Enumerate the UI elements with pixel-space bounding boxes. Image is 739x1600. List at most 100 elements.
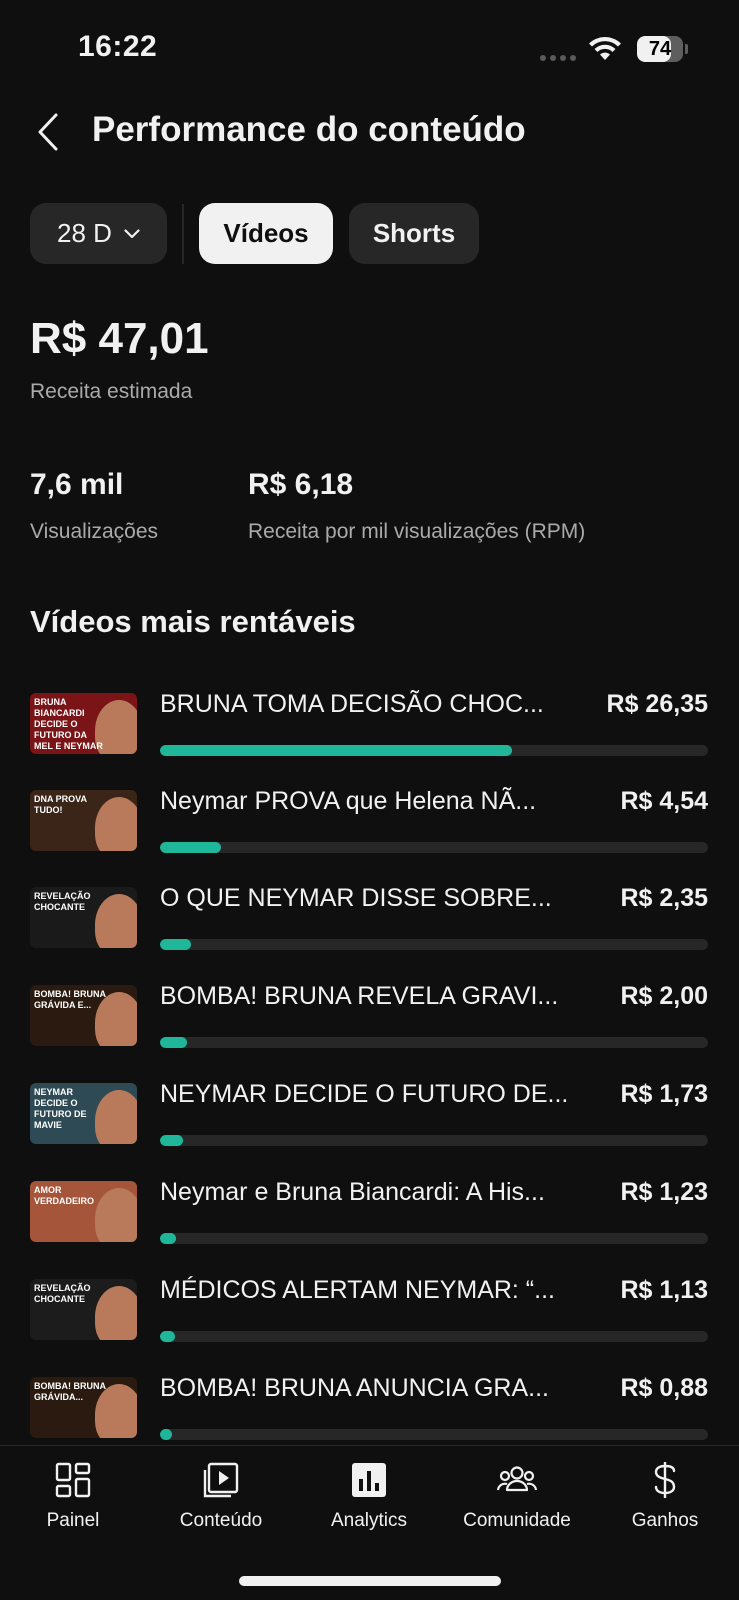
chevron-left-icon bbox=[38, 113, 58, 151]
back-button[interactable] bbox=[28, 108, 68, 156]
list-item[interactable]: DNA PROVA TUDO! Neymar PROVA que Helena … bbox=[0, 787, 739, 867]
revenue-bar-fill bbox=[160, 1037, 187, 1048]
community-icon bbox=[496, 1466, 538, 1492]
thumbnail-text: REVELAÇÃO CHOCANTE bbox=[34, 891, 91, 912]
nav-label: Conteúdo bbox=[179, 1510, 263, 1531]
video-revenue: R$ 0,88 bbox=[620, 1374, 708, 1402]
thumbnail-text: BOMBA! BRUNA GRÁVIDA... bbox=[34, 1381, 106, 1402]
revenue-bar bbox=[160, 1331, 708, 1342]
cellular-signal-icon bbox=[540, 55, 576, 61]
list-item[interactable]: BOMBA! BRUNA GRÁVIDA E... BOMBA! BRUNA R… bbox=[0, 982, 739, 1062]
revenue-bar bbox=[160, 1037, 708, 1048]
nav-label: Painel bbox=[46, 1510, 100, 1531]
status-time: 16:22 bbox=[78, 30, 158, 63]
battery-tip bbox=[685, 44, 688, 54]
video-title: NEYMAR DECIDE O FUTURO DE... bbox=[160, 1080, 569, 1108]
revenue-bar-fill bbox=[160, 1331, 176, 1342]
chevron-down-icon bbox=[124, 228, 140, 238]
video-thumbnail: AMOR VERDADEIRO bbox=[30, 1181, 137, 1242]
rpm-value: R$ 6,18 bbox=[248, 468, 354, 501]
thumbnail-text: REVELAÇÃO CHOCANTE bbox=[34, 1283, 91, 1304]
views-metric: 7,6 mil Visualizações bbox=[30, 468, 158, 544]
tab-videos[interactable]: Vídeos bbox=[199, 203, 333, 264]
battery-level: 74 bbox=[648, 38, 672, 60]
revenue-bar-fill bbox=[160, 939, 192, 950]
tab-shorts[interactable]: Shorts bbox=[349, 203, 479, 264]
video-thumbnail: BOMBA! BRUNA GRÁVIDA E... bbox=[30, 985, 137, 1046]
earnings-icon bbox=[654, 1462, 676, 1498]
list-item[interactable]: BOMBA! BRUNA GRÁVIDA... BOMBA! BRUNA ANU… bbox=[0, 1374, 739, 1445]
video-title: BOMBA! BRUNA REVELA GRAVI... bbox=[160, 982, 559, 1010]
video-thumbnail: BRUNA BIANCARDI DECIDE O FUTURO DA MEL E… bbox=[30, 693, 137, 754]
revenue-bar-fill bbox=[160, 1135, 184, 1146]
nav-label: Analytics bbox=[330, 1510, 408, 1531]
estimated-revenue-value: R$ 47,01 bbox=[30, 314, 209, 363]
wifi-icon bbox=[589, 37, 621, 60]
list-item[interactable]: REVELAÇÃO CHOCANTE O QUE NEYMAR DISSE SO… bbox=[0, 884, 739, 964]
video-revenue: R$ 4,54 bbox=[620, 787, 708, 815]
thumbnail-text: NEYMAR DECIDE O FUTURO DE MAVIE bbox=[34, 1087, 87, 1130]
period-label: 28 D bbox=[57, 218, 112, 248]
revenue-bar-fill bbox=[160, 1429, 172, 1440]
thumbnail-text: DNA PROVA TUDO! bbox=[34, 794, 87, 815]
battery-icon: 74 bbox=[637, 36, 683, 62]
thumbnail-text: BRUNA BIANCARDI DECIDE O FUTURO DA MEL E… bbox=[34, 697, 103, 751]
nav-label: Ganhos bbox=[631, 1510, 699, 1531]
nav-label: Comunidade bbox=[463, 1510, 571, 1531]
views-value: 7,6 mil bbox=[30, 468, 124, 501]
nav-item-conteudo[interactable]: Conteúdo bbox=[151, 1458, 291, 1538]
section-title: Vídeos mais rentáveis bbox=[30, 604, 356, 639]
video-revenue: R$ 26,35 bbox=[606, 690, 708, 718]
video-title: BOMBA! BRUNA ANUNCIA GRA... bbox=[160, 1374, 549, 1402]
period-dropdown[interactable]: 28 D bbox=[30, 203, 167, 264]
video-revenue: R$ 2,35 bbox=[620, 884, 708, 912]
nav-item-comunidade[interactable]: Comunidade bbox=[447, 1458, 587, 1538]
video-revenue: R$ 2,00 bbox=[620, 982, 708, 1010]
list-item[interactable]: BRUNA BIANCARDI DECIDE O FUTURO DA MEL E… bbox=[0, 690, 739, 770]
content-icon bbox=[203, 1462, 239, 1498]
filter-divider bbox=[182, 203, 184, 264]
nav-item-analytics[interactable]: Analytics bbox=[299, 1458, 439, 1538]
video-title: Neymar e Bruna Biancardi: A His... bbox=[160, 1178, 545, 1206]
nav-item-painel[interactable]: Painel bbox=[3, 1458, 143, 1538]
list-item[interactable]: REVELAÇÃO CHOCANTE MÉDICOS ALERTAM NEYMA… bbox=[0, 1276, 739, 1356]
status-bar: 16:22 74 bbox=[0, 0, 739, 90]
video-thumbnail: BOMBA! BRUNA GRÁVIDA... bbox=[30, 1377, 137, 1438]
rpm-metric: R$ 6,18 Receita por mil visualizações (R… bbox=[248, 468, 585, 544]
video-title: Neymar PROVA que Helena NÃ... bbox=[160, 787, 537, 815]
thumbnail-text: BOMBA! BRUNA GRÁVIDA E... bbox=[34, 989, 106, 1010]
video-revenue: R$ 1,73 bbox=[620, 1080, 708, 1108]
home-indicator bbox=[239, 1576, 501, 1586]
video-revenue: R$ 1,23 bbox=[620, 1178, 708, 1206]
rpm-label: Receita por mil visualizações (RPM) bbox=[248, 520, 586, 543]
video-thumbnail: NEYMAR DECIDE O FUTURO DE MAVIE bbox=[30, 1083, 137, 1144]
list-item[interactable]: NEYMAR DECIDE O FUTURO DE MAVIE NEYMAR D… bbox=[0, 1080, 739, 1160]
page-header: Performance do conteúdo bbox=[0, 100, 739, 164]
top-videos-list: BRUNA BIANCARDI DECIDE O FUTURO DA MEL E… bbox=[0, 690, 739, 1445]
revenue-bar bbox=[160, 745, 708, 756]
video-title: MÉDICOS ALERTAM NEYMAR: “... bbox=[160, 1276, 555, 1304]
analytics-icon bbox=[352, 1463, 386, 1497]
page-title: Performance do conteúdo bbox=[92, 110, 526, 149]
revenue-bar-fill bbox=[160, 745, 513, 756]
dashboard-icon bbox=[55, 1462, 91, 1498]
revenue-bar bbox=[160, 1233, 708, 1244]
thumbnail-text: AMOR VERDADEIRO bbox=[34, 1185, 95, 1206]
list-item[interactable]: AMOR VERDADEIRO Neymar e Bruna Biancardi… bbox=[0, 1178, 739, 1258]
video-thumbnail: REVELAÇÃO CHOCANTE bbox=[30, 887, 137, 948]
revenue-bar-fill bbox=[160, 1233, 177, 1244]
views-label: Visualizações bbox=[30, 520, 159, 543]
video-revenue: R$ 1,13 bbox=[620, 1276, 708, 1304]
video-title: O QUE NEYMAR DISSE SOBRE... bbox=[160, 884, 552, 912]
video-title: BRUNA TOMA DECISÃO CHOC... bbox=[160, 690, 544, 718]
estimated-revenue-label: Receita estimada bbox=[30, 380, 193, 403]
revenue-bar bbox=[160, 842, 708, 853]
nav-item-ganhos[interactable]: Ganhos bbox=[595, 1458, 735, 1538]
video-thumbnail: REVELAÇÃO CHOCANTE bbox=[30, 1279, 137, 1340]
video-thumbnail: DNA PROVA TUDO! bbox=[30, 790, 137, 851]
revenue-bar bbox=[160, 939, 708, 950]
revenue-bar bbox=[160, 1135, 708, 1146]
filter-bar: 28 D Vídeos Shorts bbox=[30, 203, 479, 264]
revenue-bar-fill bbox=[160, 842, 221, 853]
revenue-bar bbox=[160, 1429, 708, 1440]
